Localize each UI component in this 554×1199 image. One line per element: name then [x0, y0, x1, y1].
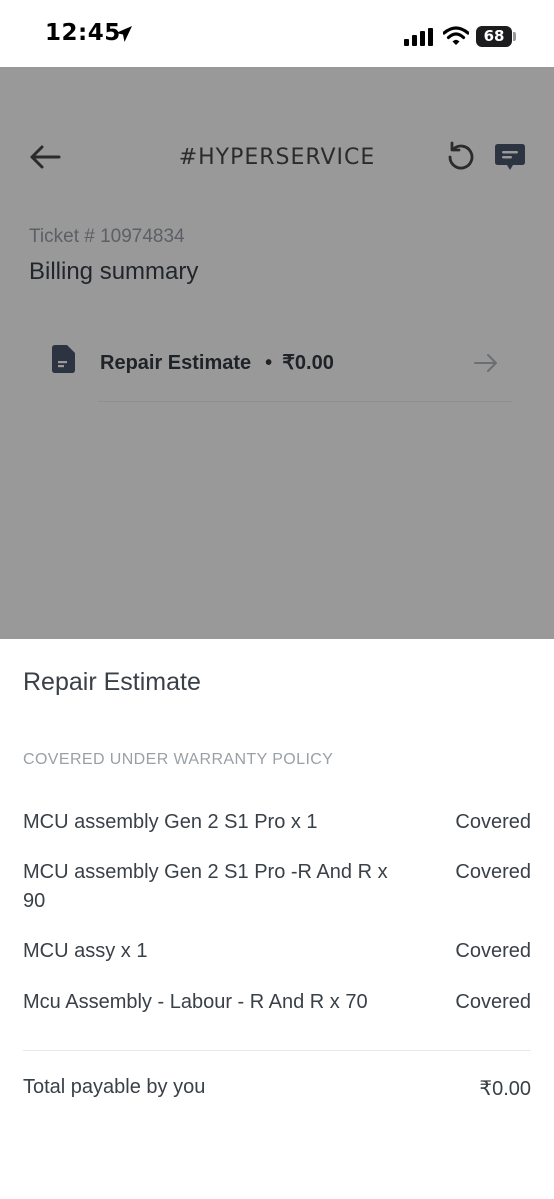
battery-indicator: 68: [476, 26, 512, 47]
battery-level: 68: [483, 27, 505, 45]
warranty-section-label: COVERED UNDER WARRANTY POLICY: [23, 751, 334, 768]
battery-nub: [513, 32, 516, 41]
repair-estimate-row[interactable]: Repair Estimate • ₹0.00: [100, 350, 334, 375]
cellular-signal-icon: [404, 28, 433, 46]
status-bar: 12:45 68: [0, 0, 554, 67]
wifi-icon: [443, 26, 469, 45]
sheet-title: Repair Estimate: [23, 668, 201, 696]
line-item-name: MCU assembly Gen 2 S1 Pro -R And R x 90: [23, 861, 388, 912]
total-divider: [23, 1050, 531, 1051]
line-item-name: MCU assy x 1: [23, 940, 148, 962]
line-item-status: Covered: [455, 991, 531, 1013]
total-value: ₹0.00: [479, 1078, 531, 1100]
repair-estimate-sheet: [0, 639, 554, 1199]
total-label: Total payable by you: [23, 1076, 206, 1098]
billing-summary-heading: Billing summary: [29, 258, 199, 285]
line-item-status: Covered: [455, 861, 531, 883]
refresh-icon[interactable]: [443, 140, 477, 174]
right-arrow-icon[interactable]: [473, 352, 499, 374]
repair-estimate-amount: ₹0.00: [282, 352, 334, 374]
line-item-status: Covered: [455, 811, 531, 833]
line-item-name: MCU assembly Gen 2 S1 Pro x 1: [23, 811, 318, 833]
repair-estimate-label: Repair Estimate: [100, 352, 252, 374]
ticket-number: Ticket # 10974834: [29, 226, 185, 247]
row-divider: [98, 401, 512, 402]
line-item-name: Mcu Assembly - Labour - R And R x 70: [23, 991, 368, 1013]
separator-dot: •: [265, 352, 273, 374]
status-time: 12:45: [45, 20, 121, 46]
line-item-status: Covered: [455, 940, 531, 962]
location-arrow-icon: [116, 26, 132, 42]
document-icon: [52, 345, 75, 373]
chat-icon[interactable]: [493, 140, 527, 174]
